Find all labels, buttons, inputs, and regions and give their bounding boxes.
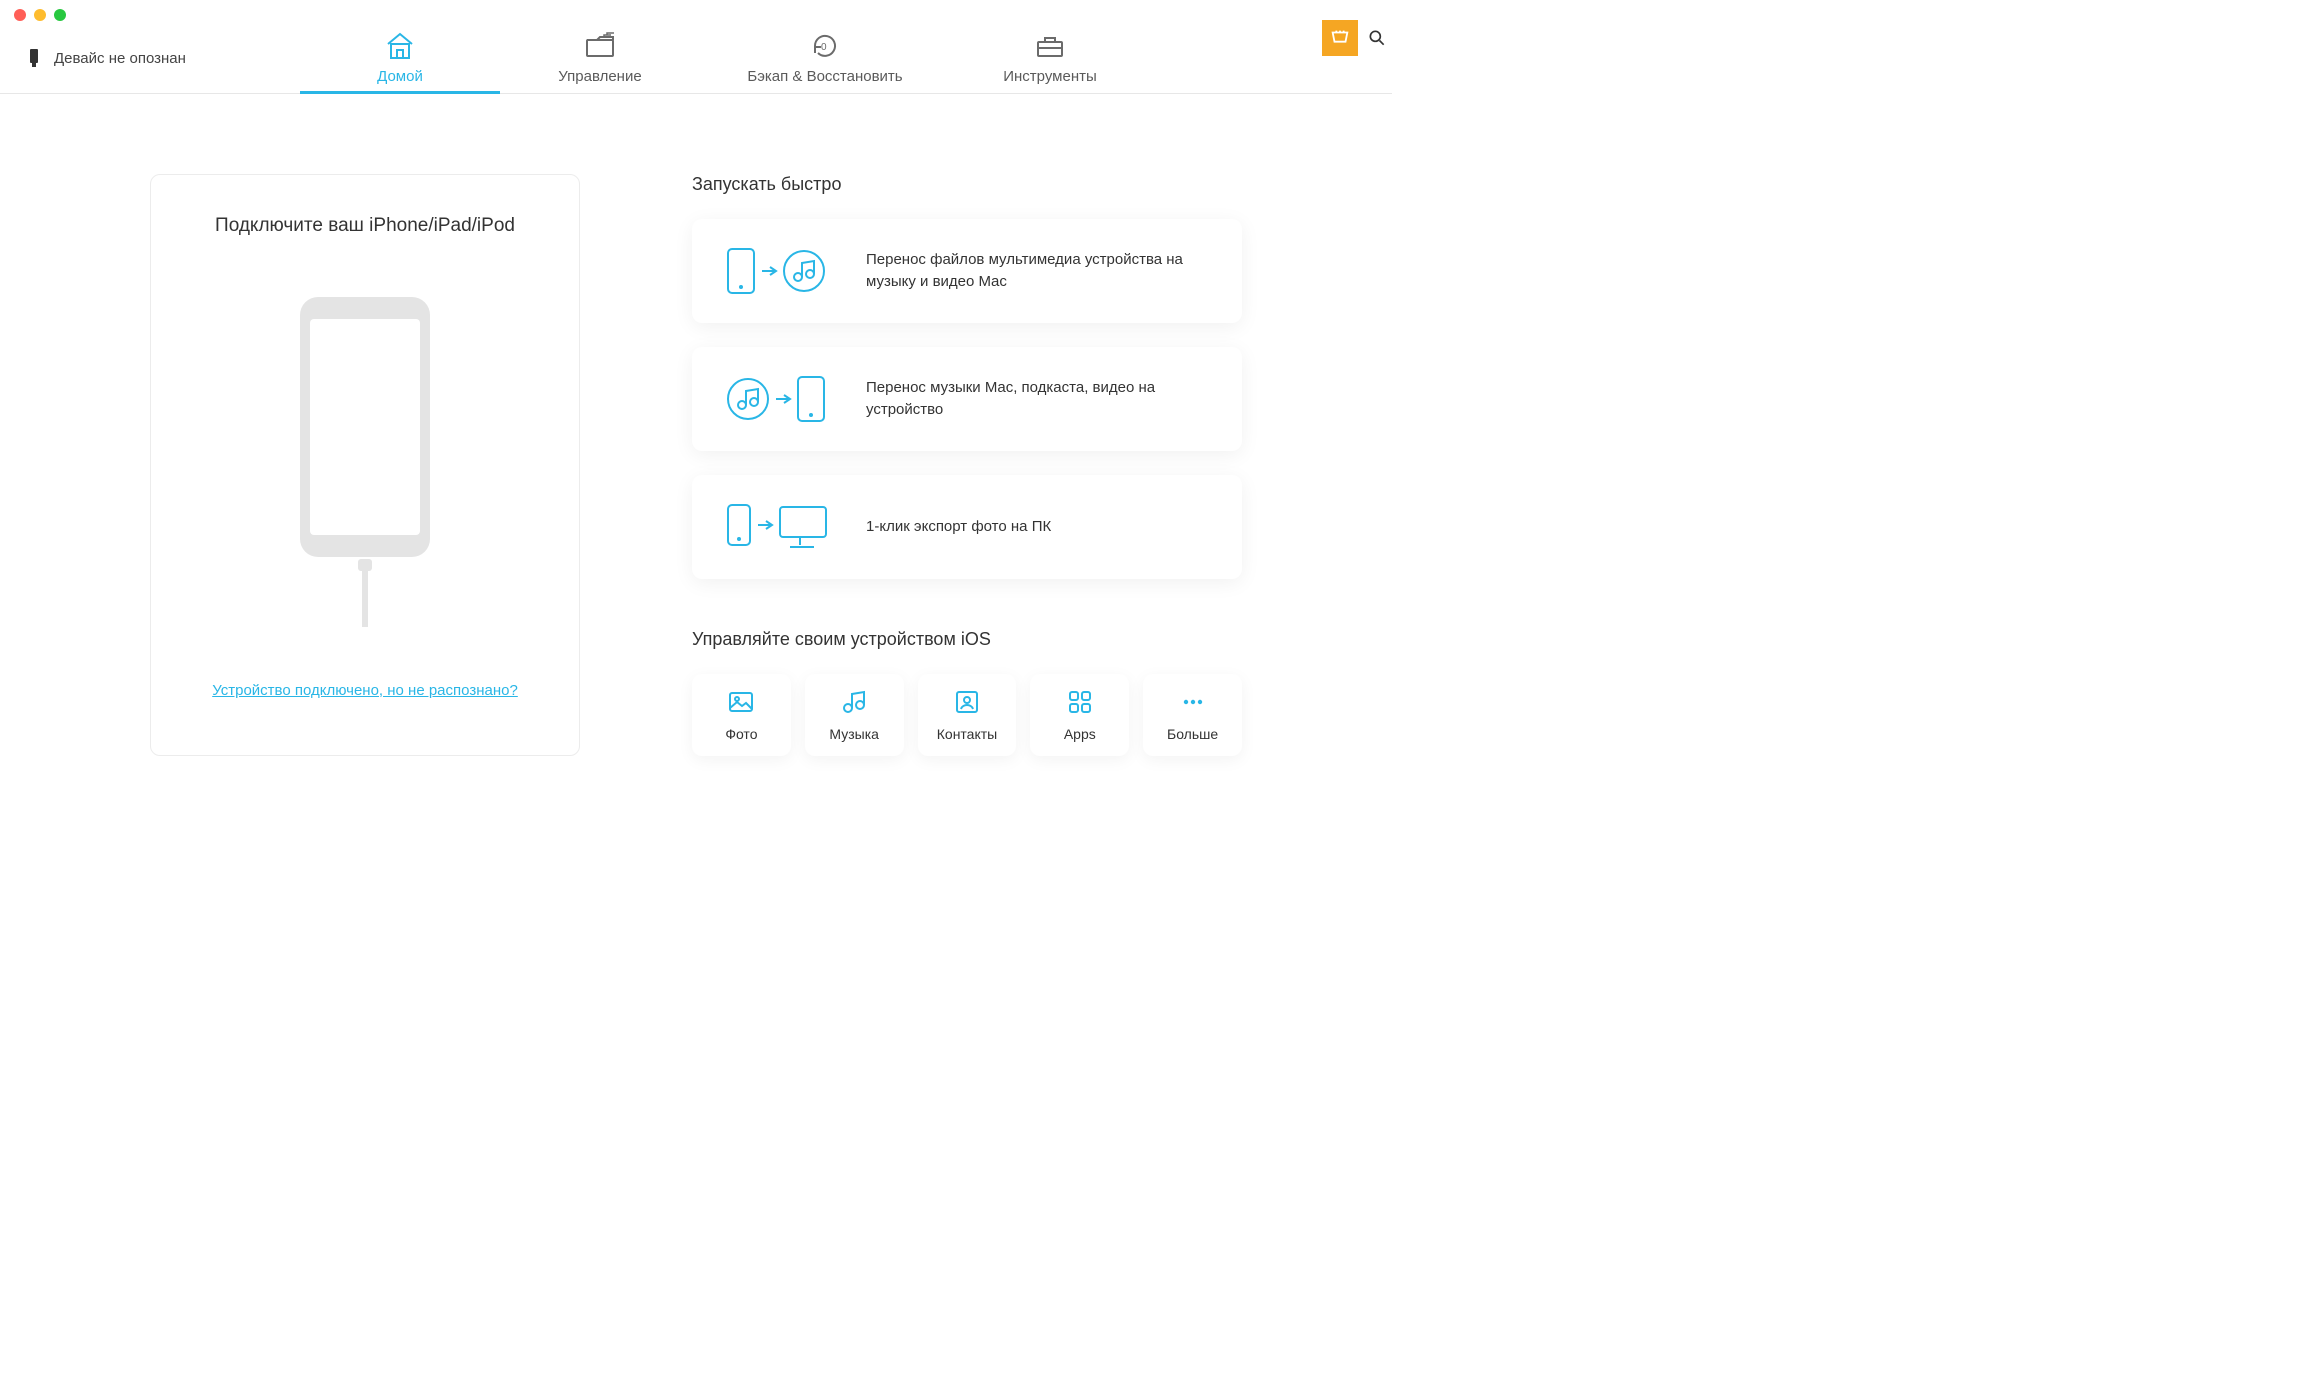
quick-heading: Запускать быстро (692, 174, 1242, 195)
toolbox-icon (1034, 30, 1066, 62)
search-button[interactable] (1362, 20, 1392, 56)
phone-illustration (290, 297, 440, 632)
restore-icon: 0 (809, 30, 841, 62)
window-zoom-button[interactable] (54, 9, 66, 21)
quick-card-export-photo[interactable]: 1-клик экспорт фото на ПК (692, 475, 1242, 579)
svg-text:0: 0 (821, 42, 827, 53)
tile-contacts[interactable]: Контакты (918, 674, 1017, 756)
quick-card-label: Перенос файлов мультимедиа устройства на… (866, 249, 1206, 294)
tab-manage-label: Управление (558, 68, 641, 85)
device-status-label: Девайс не опознан (54, 50, 186, 67)
tab-tools-label: Инструменты (1003, 68, 1097, 85)
contacts-icon (953, 688, 981, 716)
quick-card-mac-to-device[interactable]: Перенос музыки Mac, подкаста, видео на у… (692, 347, 1242, 451)
device-not-recognized-link[interactable]: Устройство подключено, но не распознано? (212, 682, 518, 699)
tab-home[interactable]: Домой (300, 30, 500, 93)
manage-section: Управляйте своим устройством iOS Фото Му… (692, 629, 1242, 756)
cart-icon (1329, 27, 1351, 49)
connect-panel: Подключите ваш iPhone/iPad/iPod Устройст… (150, 174, 580, 756)
more-icon (1179, 688, 1207, 716)
manage-heading: Управляйте своим устройством iOS (692, 629, 1242, 650)
music-to-device-icon (722, 371, 832, 427)
tile-label: Apps (1064, 726, 1096, 742)
music-icon (840, 688, 868, 716)
main-header: Девайс не опознан Домой Управление 0 Бэк… (0, 30, 1392, 94)
window-titlebar (0, 0, 1392, 30)
home-icon (384, 30, 416, 62)
tile-music[interactable]: Музыка (805, 674, 904, 756)
tile-more[interactable]: Больше (1143, 674, 1242, 756)
tab-backup[interactable]: 0 Бэкап & Восстановить (700, 30, 950, 93)
main-tabs: Домой Управление 0 Бэкап & Восстановить … (300, 30, 1150, 93)
tile-label: Контакты (937, 726, 997, 742)
device-icon (28, 48, 40, 68)
header-right (1322, 20, 1392, 56)
connect-title: Подключите ваш iPhone/iPad/iPod (215, 215, 515, 237)
right-panel: Запускать быстро Перенос файлов мультиме… (692, 174, 1242, 756)
window-close-button[interactable] (14, 9, 26, 21)
tab-home-label: Домой (377, 68, 423, 85)
quick-card-device-to-mac[interactable]: Перенос файлов мультимедиа устройства на… (692, 219, 1242, 323)
cart-button[interactable] (1322, 20, 1358, 56)
tile-label: Больше (1167, 726, 1218, 742)
search-icon (1367, 28, 1387, 48)
device-status: Девайс не опознан (28, 48, 186, 68)
content-area: Подключите ваш iPhone/iPad/iPod Устройст… (0, 94, 1392, 756)
device-to-music-icon (722, 243, 832, 299)
tab-manage[interactable]: Управление (500, 30, 700, 93)
apps-icon (1066, 688, 1094, 716)
manage-tile-row: Фото Музыка Контакты (692, 674, 1242, 756)
quick-card-label: 1-клик экспорт фото на ПК (866, 516, 1051, 539)
tab-tools[interactable]: Инструменты (950, 30, 1150, 93)
tile-label: Музыка (829, 726, 879, 742)
tile-apps[interactable]: Apps (1030, 674, 1129, 756)
window-minimize-button[interactable] (34, 9, 46, 21)
quick-card-label: Перенос музыки Mac, подкаста, видео на у… (866, 377, 1206, 422)
device-to-pc-icon (722, 499, 832, 555)
tile-photo[interactable]: Фото (692, 674, 791, 756)
photo-icon (727, 688, 755, 716)
tile-label: Фото (725, 726, 757, 742)
tab-backup-label: Бэкап & Восстановить (747, 68, 902, 85)
folder-icon (584, 30, 616, 62)
